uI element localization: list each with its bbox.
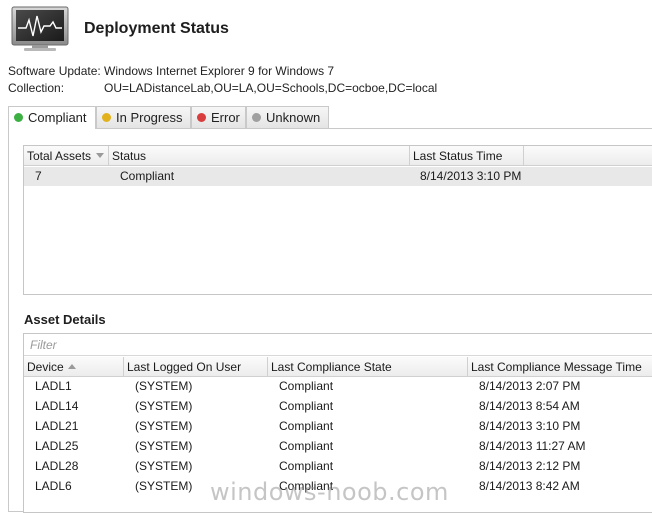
filter-input[interactable]: Filter	[24, 334, 652, 356]
gray-dot-icon	[252, 113, 261, 122]
table-row[interactable]: LADL21 (SYSTEM) Compliant 8/14/2013 3:10…	[24, 416, 652, 436]
cell-compliance-state: Compliant	[279, 399, 334, 413]
column-header-label: Status	[112, 149, 147, 163]
column-header-label: Last Status Time	[413, 149, 503, 163]
cell-compliance-state: Compliant	[279, 419, 334, 433]
column-header-last-compliance-state[interactable]: Last Compliance State	[268, 357, 468, 377]
sort-descending-icon	[96, 153, 104, 158]
tab-error-label: Error	[211, 110, 240, 125]
sort-ascending-icon	[68, 364, 76, 369]
tab-in-progress-label: In Progress	[116, 110, 183, 125]
column-header-label: Device	[27, 360, 64, 374]
cell-message-time: 8/14/2013 2:07 PM	[479, 379, 581, 393]
tab-compliant-label: Compliant	[28, 110, 87, 125]
column-header-label: Last Logged On User	[127, 360, 242, 374]
page-title: Deployment Status	[84, 20, 229, 37]
column-header-last-status-time[interactable]: Last Status Time	[410, 146, 524, 166]
cell-compliance-state: Compliant	[279, 439, 334, 453]
cell-user: (SYSTEM)	[135, 379, 193, 393]
summary-table-header: Total Assets Status Last Status Time	[24, 146, 652, 166]
collection-value: OU=LADistanceLab,OU=LA,OU=Schools,DC=ocb…	[104, 81, 438, 95]
software-update-label: Software Update:	[8, 64, 101, 78]
table-row[interactable]: LADL14 (SYSTEM) Compliant 8/14/2013 8:54…	[24, 396, 652, 416]
column-header-last-logged-on-user[interactable]: Last Logged On User	[124, 357, 268, 377]
cell-status: Compliant	[120, 169, 175, 183]
monitor-heartbeat-icon	[10, 6, 70, 52]
cell-last-status-time: 8/14/2013 3:10 PM	[420, 169, 522, 183]
tab-unknown-label: Unknown	[266, 110, 321, 125]
yellow-dot-icon	[102, 113, 111, 122]
cell-message-time: 8/14/2013 3:10 PM	[479, 419, 581, 433]
cell-user: (SYSTEM)	[135, 479, 193, 493]
column-header-device[interactable]: Device	[24, 357, 124, 377]
header: Deployment Status	[0, 0, 652, 60]
cell-total-assets: 7	[35, 169, 42, 183]
cell-user: (SYSTEM)	[135, 439, 193, 453]
cell-message-time: 8/14/2013 2:12 PM	[479, 459, 581, 473]
column-header-label: Last Compliance Message Time	[471, 360, 642, 374]
cell-compliance-state: Compliant	[279, 379, 334, 393]
collection-label: Collection:	[8, 81, 65, 95]
column-header-label: Last Compliance State	[271, 360, 392, 374]
cell-device: LADL21	[35, 419, 79, 433]
watermark: windows-noob.com	[210, 478, 449, 506]
summary-table[interactable]: Total Assets Status Last Status Time 7 C…	[23, 145, 652, 295]
column-header-total-assets[interactable]: Total Assets	[24, 146, 109, 166]
table-row[interactable]: 7 Compliant 8/14/2013 3:10 PM	[24, 167, 652, 186]
filter-placeholder: Filter	[30, 338, 57, 352]
green-dot-icon	[14, 113, 23, 122]
column-header-last-compliance-message-time[interactable]: Last Compliance Message Time	[468, 357, 652, 377]
cell-device: LADL28	[35, 459, 79, 473]
red-dot-icon	[197, 113, 206, 122]
tab-error[interactable]: Error	[191, 106, 246, 128]
software-update-value: Windows Internet Explorer 9 for Windows …	[104, 64, 335, 78]
tab-in-progress[interactable]: In Progress	[96, 106, 191, 128]
cell-message-time: 8/14/2013 8:42 AM	[479, 479, 580, 493]
cell-user: (SYSTEM)	[135, 419, 193, 433]
cell-device: LADL25	[35, 439, 79, 453]
column-header-label: Total Assets	[27, 149, 92, 163]
table-row[interactable]: LADL25 (SYSTEM) Compliant 8/14/2013 11:2…	[24, 436, 652, 456]
asset-table-header: Device Last Logged On User Last Complian…	[24, 357, 652, 377]
cell-device: LADL6	[35, 479, 72, 493]
cell-device: LADL14	[35, 399, 79, 413]
tab-unknown[interactable]: Unknown	[246, 106, 329, 128]
column-header-status[interactable]: Status	[109, 146, 410, 166]
cell-message-time: 8/14/2013 8:54 AM	[479, 399, 580, 413]
asset-details-title: Asset Details	[24, 312, 106, 327]
cell-device: LADL1	[35, 379, 72, 393]
tab-compliant[interactable]: Compliant	[8, 106, 96, 129]
cell-user: (SYSTEM)	[135, 399, 193, 413]
table-row[interactable]: LADL1 (SYSTEM) Compliant 8/14/2013 2:07 …	[24, 376, 652, 396]
table-row[interactable]: LADL28 (SYSTEM) Compliant 8/14/2013 2:12…	[24, 456, 652, 476]
cell-compliance-state: Compliant	[279, 459, 334, 473]
cell-message-time: 8/14/2013 11:27 AM	[479, 439, 586, 453]
cell-user: (SYSTEM)	[135, 459, 193, 473]
